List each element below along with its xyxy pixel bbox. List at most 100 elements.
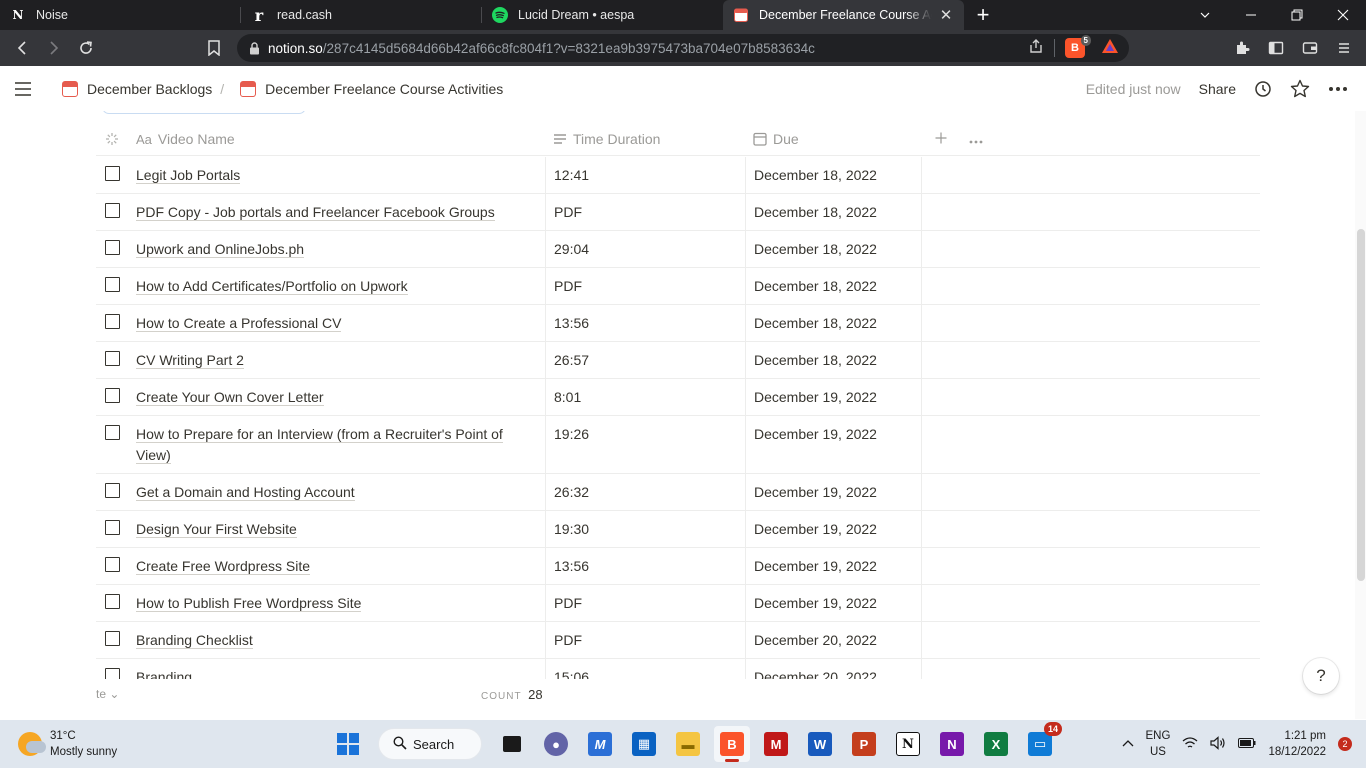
video-name[interactable]: Branding bbox=[136, 669, 193, 679]
close-tab-icon[interactable]: ✕ bbox=[938, 7, 954, 24]
chevron-up-icon[interactable] bbox=[1122, 738, 1134, 750]
video-name-cell[interactable]: How to Prepare for an Interview (from a … bbox=[128, 416, 545, 473]
forward-icon[interactable] bbox=[38, 32, 70, 64]
video-name-cell[interactable]: How to Publish Free Wordpress Site bbox=[128, 585, 545, 621]
count-summary[interactable]: COUNT 28 bbox=[481, 687, 543, 702]
row-checkbox[interactable] bbox=[104, 166, 120, 181]
video-name[interactable]: How to Add Certificates/Portfolio on Upw… bbox=[136, 278, 408, 295]
video-name[interactable]: Upwork and OnlineJobs.ph bbox=[136, 241, 305, 258]
due-date-cell[interactable]: December 18, 2022 bbox=[745, 194, 921, 230]
table-row[interactable]: How to Prepare for an Interview (from a … bbox=[96, 416, 1260, 474]
vscode-like-app-icon[interactable]: M bbox=[582, 726, 618, 762]
table-row[interactable]: Design Your First Website 19:30 December 1… bbox=[96, 511, 1260, 548]
remote-desktop-icon[interactable]: ▭ 14 bbox=[1022, 722, 1062, 762]
due-date-cell[interactable]: December 19, 2022 bbox=[745, 416, 921, 473]
table-row[interactable]: How to Publish Free Wordpress Site PDF Dec… bbox=[96, 585, 1260, 622]
time-duration-cell[interactable]: 13:56 bbox=[545, 548, 745, 584]
due-date-cell[interactable]: December 20, 2022 bbox=[745, 622, 921, 658]
time-duration-cell[interactable]: 19:26 bbox=[545, 416, 745, 473]
volume-icon[interactable] bbox=[1210, 735, 1226, 753]
table-row[interactable]: CV Writing Part 2 26:57 December 18, 2022 bbox=[96, 342, 1260, 379]
mcafee-icon[interactable]: M bbox=[758, 726, 794, 762]
notification-badge[interactable]: 2 bbox=[1338, 737, 1352, 751]
sidebar-icon[interactable] bbox=[1260, 32, 1292, 64]
time-duration-cell[interactable]: 29:04 bbox=[545, 231, 745, 267]
row-checkbox[interactable] bbox=[104, 668, 120, 679]
video-name[interactable]: Branding Checklist bbox=[136, 632, 253, 649]
time-duration-cell[interactable]: 19:30 bbox=[545, 511, 745, 547]
reload-icon[interactable] bbox=[70, 32, 102, 64]
time-duration-cell[interactable]: 26:32 bbox=[545, 474, 745, 510]
minimize-icon[interactable] bbox=[1228, 0, 1274, 30]
video-name-cell[interactable]: Upwork and OnlineJobs.ph bbox=[128, 231, 545, 267]
wifi-icon[interactable] bbox=[1182, 736, 1198, 753]
time-duration-cell[interactable]: PDF bbox=[545, 585, 745, 621]
extensions-icon[interactable] bbox=[1226, 32, 1258, 64]
due-date-cell[interactable]: December 18, 2022 bbox=[745, 231, 921, 267]
video-name[interactable]: How to Publish Free Wordpress Site bbox=[136, 595, 362, 612]
breadcrumb-current-page[interactable]: December Freelance Course Activities bbox=[265, 81, 503, 97]
add-property-icon[interactable] bbox=[935, 131, 947, 147]
brave-shields-icon[interactable]: B5 bbox=[1065, 35, 1091, 58]
row-checkbox[interactable] bbox=[104, 483, 120, 498]
video-name-cell[interactable]: Create Free Wordpress Site bbox=[128, 548, 545, 584]
row-checkbox[interactable] bbox=[104, 240, 120, 255]
onenote-icon[interactable]: N bbox=[934, 726, 970, 762]
table-row[interactable]: How to Add Certificates/Portfolio on Upw… bbox=[96, 268, 1260, 305]
row-checkbox[interactable] bbox=[104, 388, 120, 403]
table-row[interactable]: PDF Copy - Job portals and Freelancer Fa… bbox=[96, 194, 1260, 231]
due-date-cell[interactable]: December 18, 2022 bbox=[745, 157, 921, 193]
teams-chat-icon[interactable]: ● bbox=[538, 726, 574, 762]
favorite-star-icon[interactable] bbox=[1290, 79, 1310, 98]
share-button[interactable]: Share bbox=[1199, 81, 1236, 97]
due-date-cell[interactable]: December 19, 2022 bbox=[745, 585, 921, 621]
calculate-menu[interactable]: te ⌄ bbox=[96, 687, 119, 701]
due-date-cell[interactable]: December 19, 2022 bbox=[745, 548, 921, 584]
updates-clock-icon[interactable] bbox=[1254, 80, 1272, 98]
video-name[interactable]: Legit Job Portals bbox=[136, 167, 241, 184]
time-duration-cell[interactable]: PDF bbox=[545, 194, 745, 230]
due-date-cell[interactable]: December 19, 2022 bbox=[745, 511, 921, 547]
taskbar-search[interactable]: Search bbox=[378, 728, 482, 760]
row-checkbox[interactable] bbox=[104, 314, 120, 329]
time-duration-cell[interactable]: 15:06 bbox=[545, 659, 745, 679]
video-name[interactable]: Create Your Own Cover Letter bbox=[136, 389, 324, 406]
more-options-icon[interactable] bbox=[1328, 86, 1348, 92]
brave-rewards-icon[interactable] bbox=[1101, 38, 1119, 59]
video-name-cell[interactable]: Branding bbox=[128, 659, 545, 679]
browser-menu-icon[interactable] bbox=[1328, 32, 1360, 64]
row-checkbox[interactable] bbox=[104, 203, 120, 218]
video-name-cell[interactable]: How to Add Certificates/Portfolio on Upw… bbox=[128, 268, 545, 304]
table-row[interactable]: Upwork and OnlineJobs.ph 29:04 December 18… bbox=[96, 231, 1260, 268]
table-row[interactable]: Create Free Wordpress Site 13:56 December … bbox=[96, 548, 1260, 585]
word-icon[interactable]: W bbox=[802, 726, 838, 762]
due-date-cell[interactable]: December 18, 2022 bbox=[745, 342, 921, 378]
column-header-video-name[interactable]: Aa Video Name bbox=[128, 123, 545, 156]
sidebar-toggle-icon[interactable] bbox=[14, 81, 38, 97]
table-row[interactable]: How to Create a Professional CV 13:56 Dece… bbox=[96, 305, 1260, 342]
column-header-due[interactable]: Due bbox=[745, 123, 921, 156]
video-name-cell[interactable]: Branding Checklist bbox=[128, 622, 545, 658]
table-row[interactable]: Branding Checklist PDF December 20, 2022 bbox=[96, 622, 1260, 659]
tab-noise[interactable]: N Noise bbox=[0, 0, 241, 30]
share-page-icon[interactable] bbox=[1028, 38, 1044, 59]
start-button[interactable] bbox=[330, 726, 366, 762]
time-duration-cell[interactable]: 13:56 bbox=[545, 305, 745, 341]
row-checkbox[interactable] bbox=[104, 425, 120, 440]
time-duration-cell[interactable]: 12:41 bbox=[545, 157, 745, 193]
row-checkbox[interactable] bbox=[104, 631, 120, 646]
column-options-icon[interactable] bbox=[969, 131, 983, 147]
microsoft-store-icon[interactable]: ▦ bbox=[626, 726, 662, 762]
back-icon[interactable] bbox=[6, 32, 38, 64]
file-explorer-icon[interactable]: ▬ bbox=[670, 726, 706, 762]
notion-app-icon[interactable]: N bbox=[890, 726, 926, 762]
task-view-icon[interactable] bbox=[494, 726, 530, 762]
row-checkbox[interactable] bbox=[104, 351, 120, 366]
table-row[interactable]: Legit Job Portals 12:41 December 18, 2022 bbox=[96, 157, 1260, 194]
row-checkbox[interactable] bbox=[104, 557, 120, 572]
page-scrollbar[interactable] bbox=[1355, 111, 1366, 719]
help-button[interactable]: ? bbox=[1303, 658, 1339, 694]
wallet-icon[interactable] bbox=[1294, 32, 1326, 64]
video-name-cell[interactable]: Legit Job Portals bbox=[128, 157, 545, 193]
row-checkbox[interactable] bbox=[104, 520, 120, 535]
